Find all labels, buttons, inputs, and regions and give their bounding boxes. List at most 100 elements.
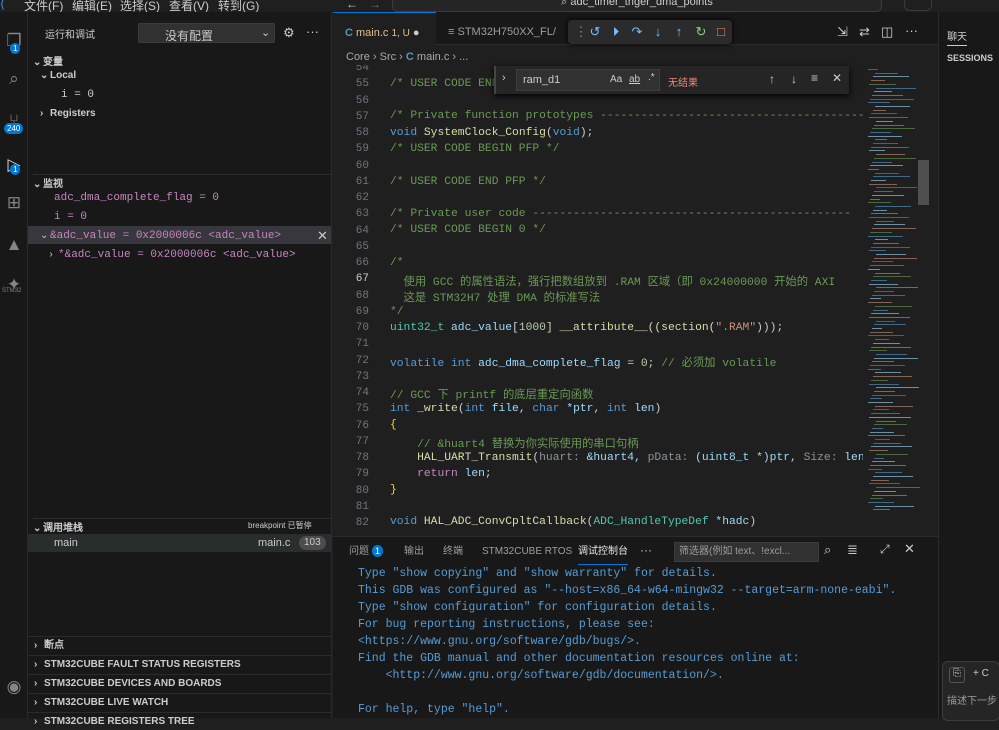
previous-match-icon[interactable]: ↑ [769,72,775,86]
step-into-icon[interactable]: ↓ [649,23,667,41]
chevron-right-icon: › [34,716,38,727]
editor-scrollbar[interactable] [918,160,929,205]
variables-section-header[interactable]: ⌄ 变量 [33,53,63,68]
chat-tab[interactable]: 聊天 [947,28,967,46]
copilot-icon[interactable] [904,0,932,11]
stop-icon[interactable]: □ [712,23,730,41]
more-actions-icon[interactable]: ··· [905,23,918,38]
account-icon[interactable]: ◉ [3,676,25,698]
next-match-icon[interactable]: ↓ [791,72,797,86]
restart-icon[interactable]: ↻ [692,23,710,41]
minimap-line [872,294,905,296]
search-icon[interactable]: ⌕ [3,68,25,90]
console-line: Type "show configuration" for configurat… [358,601,717,614]
step-out-icon[interactable]: ↑ [670,23,688,41]
breadcrumb-folder[interactable]: Core [346,51,370,63]
minimap[interactable] [863,65,938,535]
devices-boards-section[interactable]: › STM32CUBE DEVICES AND BOARDS [28,674,331,692]
watch-item-child[interactable]: › *&adc_value = 0x2000006c <adc_value> [48,249,296,261]
menu-selection[interactable]: 选择(S) [120,0,160,12]
console-line: For help, type "help". [358,703,510,716]
watch-section-header[interactable]: ⌄ 监视 [33,174,331,190]
tab-terminal[interactable]: 终端 [443,537,463,565]
tab-stm32-ld[interactable]: ≡ STM32H750XX_FL/ [436,12,556,45]
line-number: 63 [355,208,369,221]
whole-word-toggle[interactable]: ab [629,74,640,85]
minimap-line [873,476,913,477]
back-arrow-icon[interactable]: ← [346,0,358,11]
filter-input[interactable]: 筛选器(例如 text、!excl... [674,542,819,562]
close-icon[interactable]: ✕ [904,541,915,557]
clear-console-icon[interactable]: ≣ [847,542,858,558]
minimap-line [872,427,883,429]
breadcrumb-folder[interactable]: Src [380,51,397,63]
local-scope[interactable]: ⌄ Local [40,70,76,81]
extensions-icon[interactable]: ⊞ [3,192,25,214]
watch-item[interactable]: i = 0 [54,211,87,223]
chat-input-box[interactable]: ⎘ + C 描述下一步 [942,661,999,721]
bottom-panel: 问题 1 输出 终端 STM32CUBE RTOS 调试控制台 ··· 筛选器(… [333,536,938,718]
match-case-toggle[interactable]: Aa [610,74,622,85]
step-over-icon[interactable]: ↷ [628,23,646,41]
minimap-line [874,257,917,259]
tab-problems[interactable]: 问题 [349,537,369,565]
c-file-icon: C [345,27,356,39]
regex-toggle-icon[interactable]: .* [648,72,655,83]
code-line: } [390,484,397,496]
watch-item[interactable]: ⌄ &adc_value = 0x2000006c <adc_value> [40,230,281,242]
gear-icon[interactable]: ⚙ [283,25,295,41]
menu-edit[interactable]: 编辑(E) [72,0,112,12]
find-in-selection-icon[interactable]: ≡ [811,71,818,85]
minimap-line [872,394,906,396]
menu-view[interactable]: 查看(V) [169,0,209,12]
minimap-line [869,150,885,152]
tab-output[interactable]: 输出 [404,537,424,565]
breadcrumb-symbol[interactable]: ... [459,51,468,63]
forward-arrow-icon[interactable]: → [369,0,381,11]
close-icon[interactable]: ✕ [832,71,842,85]
attach-icon[interactable]: ⎘ [949,667,965,683]
more-actions-icon[interactable]: ··· [640,543,652,557]
registers-tree-section[interactable]: › STM32CUBE REGISTERS TREE [28,712,331,730]
search-icon[interactable]: ⌕ [824,542,831,558]
minimap-line [870,431,894,433]
split-debug-icon[interactable]: ⇲ [837,24,848,40]
line-number: 76 [355,419,369,432]
debug-toolbar: ⋮ ↺ ⏵ ↷ ↓ ↑ ↻ □ [568,20,732,44]
minimap-line [869,316,910,318]
breakpoints-section[interactable]: › 断点 [28,636,331,654]
split-editor-icon[interactable]: ◫ [881,24,893,40]
minimap-line [876,220,894,222]
more-actions-icon[interactable]: ··· [306,24,319,39]
tab-rtos[interactable]: STM32CUBE RTOS [482,537,572,565]
local-var-i[interactable]: i = 0 [61,89,94,101]
search-text: adc_timer_triger_dma_points [570,0,713,8]
command-center-search[interactable]: ⌕ adc_timer_triger_dma_points [392,0,882,12]
code-line: 这是 STM32H7 处理 DMA 的标准写法 [390,293,601,305]
menu-go[interactable]: 转到(G) [218,0,259,12]
fault-status-section[interactable]: › STM32CUBE FAULT STATUS REGISTERS [28,655,331,673]
code-editor[interactable]: 54 55 56 57 58 59 60 61 62 63 64 65 66 67 68 69 70 71 72 73… [333,65,863,535]
add-context-button[interactable]: + C [973,668,989,679]
cmake-icon[interactable]: ▲ [3,234,25,256]
minimap-line [872,194,904,196]
minimap-line [872,161,892,163]
chevron-right-icon[interactable]: › [502,72,506,84]
watch-item[interactable]: adc_dma_complete_flag = 0 [54,192,219,204]
tab-debug-console[interactable]: 调试控制台 [578,537,628,565]
tab-main-c[interactable]: C main.c 1, U ● [333,12,436,45]
breadcrumb-file[interactable]: main.c [417,51,449,63]
launch-config-select[interactable]: 没有配置 ⌄ [138,23,275,43]
close-icon[interactable]: ✕ [317,228,328,244]
minimap-line [871,313,899,315]
compare-icon[interactable]: ⇄ [859,24,870,40]
live-watch-section[interactable]: › STM32CUBE LIVE WATCH [28,693,331,711]
maximize-panel-icon[interactable]: ⤢ [880,542,890,557]
continue-icon[interactable]: ⏵ [607,23,625,41]
registers-scope[interactable]: › Registers [40,108,96,119]
restart-frame-icon[interactable]: ↺ [586,23,604,41]
minimap-line [871,379,888,381]
minimap-line [872,261,893,263]
vscode-logo-icon[interactable]: ⟨ [0,0,5,11]
menu-file[interactable]: 文件(F) [24,0,63,12]
